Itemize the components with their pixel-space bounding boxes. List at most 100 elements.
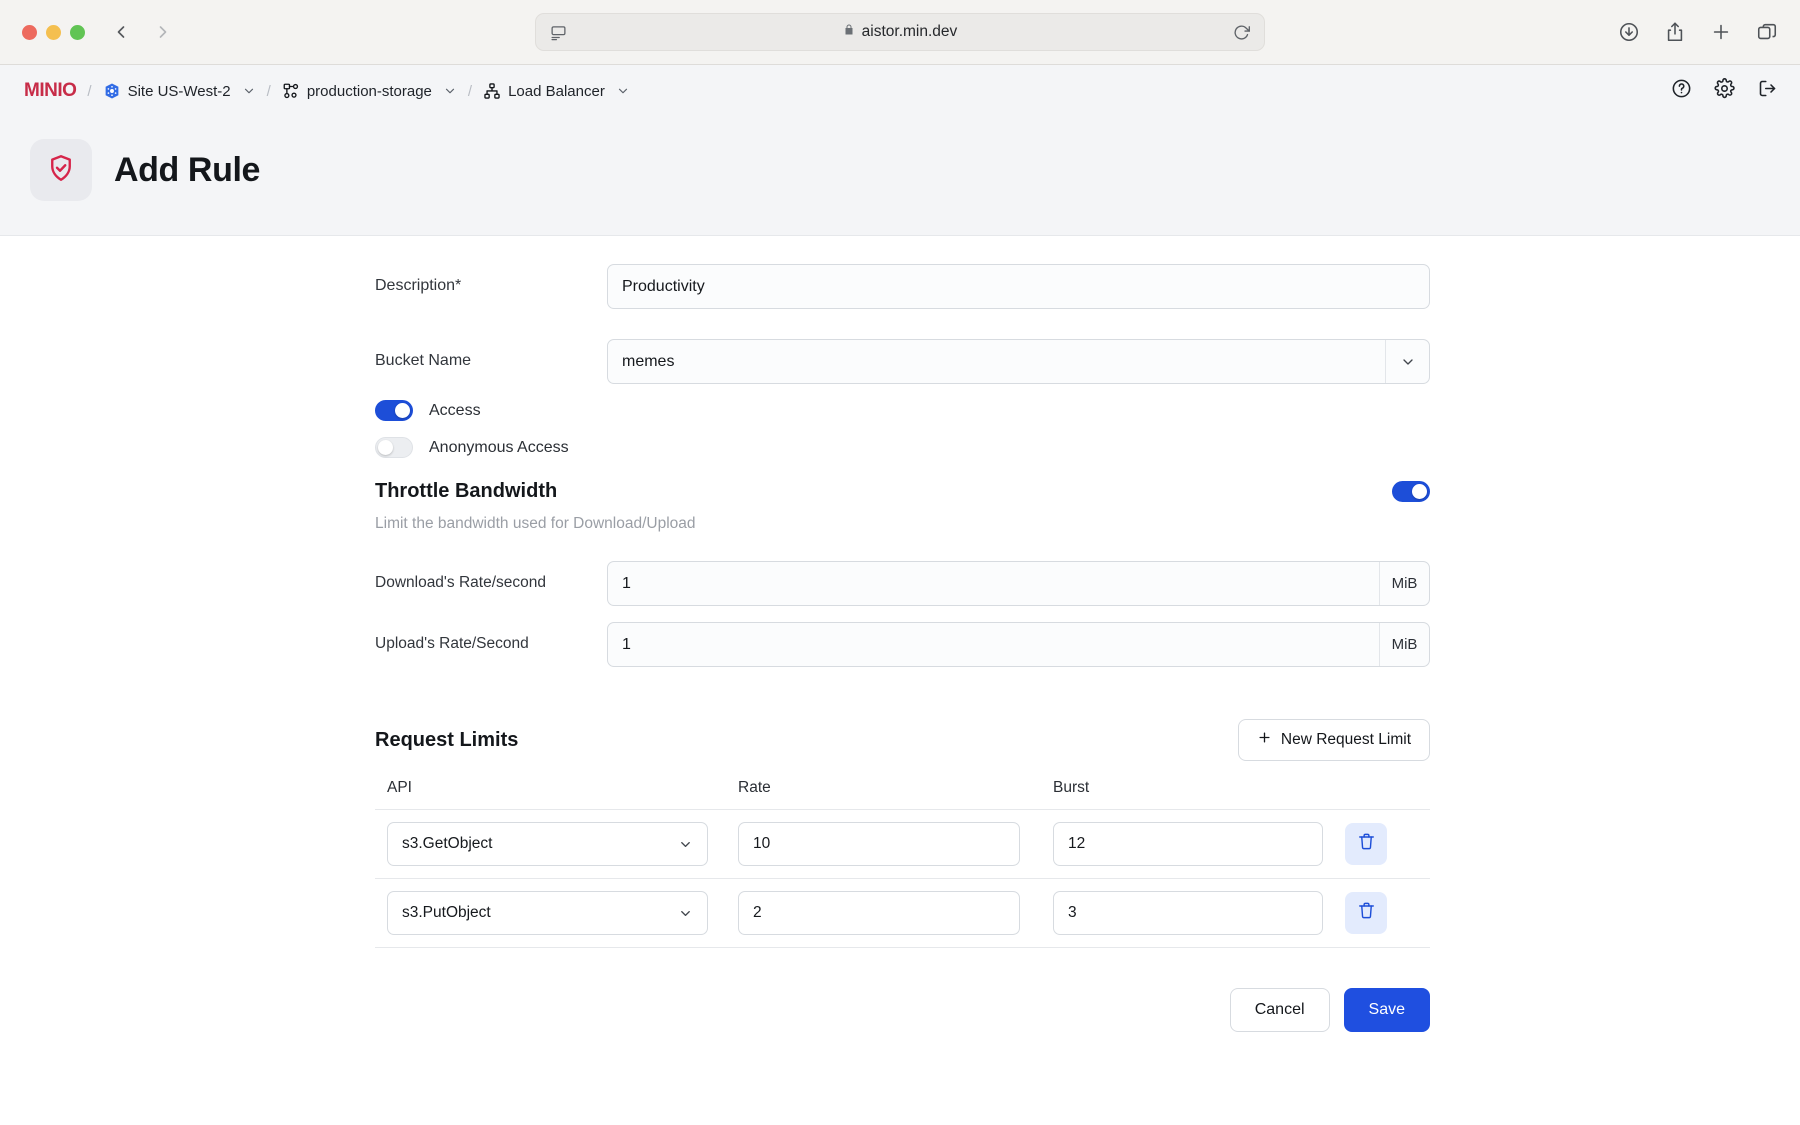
breadcrumb: MIN IO / Site US-West-2 / production-sto… (0, 65, 1800, 117)
upload-rate-input[interactable]: 1 (608, 623, 1379, 666)
browser-navigation (111, 22, 173, 42)
cluster-icon (282, 82, 300, 100)
upload-rate-field[interactable]: 1 MiB (607, 622, 1430, 667)
rate-input[interactable]: 2 (738, 891, 1020, 935)
api-select[interactable]: s3.GetObject (387, 822, 708, 866)
trash-icon (1357, 901, 1376, 925)
upload-rate-row: Upload's Rate/Second 1 MiB (375, 622, 1430, 667)
delete-row-button[interactable] (1345, 823, 1387, 865)
throttle-bandwidth-subtitle: Limit the bandwidth used for Download/Up… (375, 515, 696, 532)
minio-console: MIN IO / Site US-West-2 / production-sto… (0, 64, 1800, 1125)
description-row: Description* Productivity (375, 264, 1430, 309)
minio-logo[interactable]: MIN IO (24, 80, 77, 102)
add-rule-form: Description* Productivity Bucket Name me… (375, 264, 1430, 1050)
reload-icon[interactable] (1233, 24, 1250, 41)
toggle-knob (378, 440, 393, 455)
breadcrumb-item-site-label: Site US-West-2 (127, 82, 231, 100)
column-header-burst: Burst (1053, 779, 1090, 796)
minio-logo-suffix: IO (57, 80, 77, 101)
anonymous-access-toggle-label: Anonymous Access (429, 438, 569, 456)
burst-input[interactable]: 12 (1053, 822, 1323, 866)
cancel-button[interactable]: Cancel (1229, 988, 1330, 1032)
url-text: aistor.min.dev (861, 23, 958, 40)
chevron-down-icon[interactable] (1385, 340, 1429, 383)
description-label: Description* (375, 277, 462, 294)
close-window-button[interactable] (22, 24, 37, 40)
address-bar-content: aistor.min.dev (536, 22, 1264, 42)
help-icon[interactable] (1671, 78, 1692, 104)
table-header-row: API Rate Burst (375, 779, 1430, 810)
plus-icon (1257, 730, 1272, 750)
table-row: s3.GetObject 10 12 (375, 810, 1430, 879)
logout-icon[interactable] (1757, 78, 1778, 104)
share-icon[interactable] (1664, 21, 1686, 43)
description-input[interactable]: Productivity (607, 264, 1430, 309)
rate-input[interactable]: 10 (738, 822, 1020, 866)
download-rate-row: Download's Rate/second 1 MiB (375, 561, 1430, 606)
form-content: Description* Productivity Bucket Name me… (0, 236, 1800, 1125)
breadcrumb-item-load-balancer-label: Load Balancer (508, 82, 605, 100)
access-toggle-row: Access (375, 400, 1430, 421)
new-request-limit-label: New Request Limit (1280, 731, 1411, 748)
lock-icon (843, 22, 855, 42)
download-rate-unit: MiB (1379, 562, 1429, 605)
breadcrumb-item-cluster[interactable]: production-storage (282, 82, 457, 100)
anonymous-access-toggle[interactable] (375, 437, 413, 458)
kubernetes-icon (103, 82, 121, 100)
minimize-window-button[interactable] (46, 24, 61, 40)
app-header: MIN IO / Site US-West-2 / production-sto… (0, 65, 1800, 236)
access-toggle[interactable] (375, 400, 413, 421)
request-limits-header: Request Limits New Request Limit (375, 719, 1430, 761)
chevron-down-icon[interactable] (443, 84, 457, 98)
maximize-window-button[interactable] (70, 24, 85, 40)
api-select[interactable]: s3.PutObject (387, 891, 708, 935)
chevron-down-icon[interactable] (678, 837, 707, 852)
download-icon[interactable] (1618, 21, 1640, 43)
shield-check-icon (46, 153, 76, 188)
throttle-bandwidth-header: Throttle Bandwidth (375, 480, 1430, 503)
throttle-bandwidth-toggle[interactable] (1392, 481, 1430, 502)
tab-overview-icon[interactable] (1756, 21, 1778, 43)
breadcrumb-separator: / (266, 82, 271, 100)
breadcrumb-item-cluster-label: production-storage (306, 82, 432, 100)
column-header-api: API (387, 779, 412, 796)
new-request-limit-button[interactable]: New Request Limit (1237, 719, 1430, 761)
chevron-down-icon[interactable] (242, 84, 256, 98)
request-limits-title: Request Limits (375, 728, 519, 751)
bucket-name-row: Bucket Name memes (375, 339, 1430, 384)
throttle-bandwidth-title: Throttle Bandwidth (375, 480, 558, 502)
toggle-knob (1412, 484, 1427, 499)
page-title: Add Rule (114, 150, 261, 189)
address-bar[interactable]: aistor.min.dev (535, 13, 1265, 51)
download-rate-input[interactable]: 1 (608, 562, 1379, 605)
toggle-knob (395, 403, 410, 418)
save-button[interactable]: Save (1343, 988, 1430, 1032)
delete-row-button[interactable] (1345, 892, 1387, 934)
table-row: s3.PutObject 2 3 (375, 879, 1430, 948)
browser-toolbar: aistor.min.dev (0, 0, 1800, 64)
bucket-name-value: memes (622, 352, 675, 370)
bucket-name-select[interactable]: memes (607, 339, 1430, 384)
burst-input[interactable]: 3 (1053, 891, 1323, 935)
download-rate-field[interactable]: 1 MiB (607, 561, 1430, 606)
chevron-down-icon[interactable] (616, 84, 630, 98)
header-actions (1671, 78, 1778, 104)
chevron-down-icon[interactable] (678, 906, 707, 921)
browser-window: aistor.min.dev MIN IO / Site US-West-2 /… (0, 0, 1800, 1125)
sitemap-icon (483, 82, 501, 100)
settings-gear-icon[interactable] (1714, 78, 1735, 104)
form-footer: Cancel Save (375, 988, 1430, 1050)
column-header-rate: Rate (738, 779, 771, 796)
breadcrumb-separator: / (87, 82, 92, 100)
breadcrumb-item-site[interactable]: Site US-West-2 (103, 82, 256, 100)
forward-button[interactable] (153, 22, 173, 42)
new-tab-icon[interactable] (1710, 21, 1732, 43)
breadcrumb-separator: / (467, 82, 473, 100)
download-rate-label: Download's Rate/second (375, 574, 546, 591)
api-select-value: s3.PutObject (402, 904, 491, 921)
back-button[interactable] (111, 22, 131, 42)
page-icon-badge (30, 139, 92, 201)
breadcrumb-item-load-balancer[interactable]: Load Balancer (483, 82, 630, 100)
address-bar-container: aistor.min.dev (535, 13, 1265, 51)
window-traffic-lights (22, 24, 85, 40)
